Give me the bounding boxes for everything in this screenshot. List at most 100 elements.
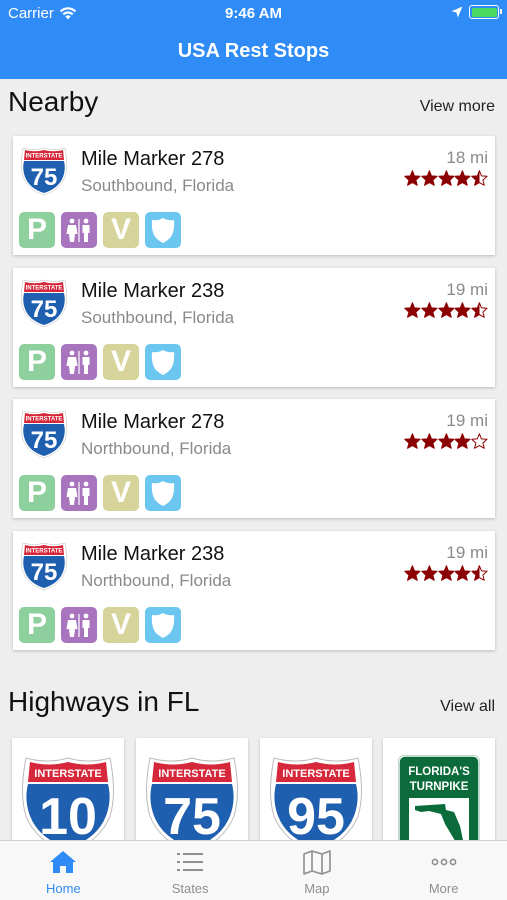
parking-icon: P xyxy=(19,475,55,511)
rest-stop-distance: 18 mi xyxy=(446,148,488,167)
parking-icon: P xyxy=(19,343,55,380)
app-root: Carrier 9:46 AM USA Rest Stops Nearby Vi… xyxy=(0,0,507,900)
star-icon xyxy=(421,170,438,186)
view-all-link[interactable]: View all xyxy=(440,698,495,716)
star-icon xyxy=(421,433,438,449)
tab-bar: Home States Map More xyxy=(0,840,507,900)
interstate-shield-icon: INTERSTATE 75 xyxy=(19,146,69,196)
rating-stars xyxy=(404,170,488,186)
highways-header: Highways in FL View all xyxy=(8,686,495,718)
shield-label: INTERSTATE xyxy=(34,768,101,780)
star-icon xyxy=(404,433,421,449)
parking-label: P xyxy=(26,607,47,641)
battery-icon xyxy=(469,5,502,19)
highways-heading: Highways in FL xyxy=(8,686,200,717)
parking-label: P xyxy=(26,476,47,509)
interstate-shield-icon: INTERSTATE 75 xyxy=(142,752,242,848)
star-icon xyxy=(454,170,471,186)
highway-card[interactable]: FLORIDA'S TURNPIKE xyxy=(383,738,495,848)
star-icon xyxy=(454,564,471,581)
amenities-row: P V xyxy=(19,212,181,248)
rating-stars xyxy=(404,433,488,449)
tab-home[interactable]: Home xyxy=(0,841,127,900)
vending-label: V xyxy=(110,344,131,378)
vending-icon: V xyxy=(103,343,139,380)
rest-stop-subtitle: Northbound, Florida xyxy=(81,439,232,458)
shield-label: INTERSTATE xyxy=(26,285,63,291)
tab-map[interactable]: Map xyxy=(254,841,381,900)
amenities-row: P V xyxy=(19,343,181,380)
tab-label: States xyxy=(171,881,209,896)
rest-stop-card[interactable]: INTERSTATE 75 Mile Marker 238 Southbound… xyxy=(13,267,495,387)
rest-stop-title: Mile Marker 278 xyxy=(81,148,225,170)
view-more-link[interactable]: View more xyxy=(420,98,495,116)
parking-icon: P xyxy=(19,606,55,643)
rest-stop-title: Mile Marker 278 xyxy=(81,411,225,433)
vending-icon: V xyxy=(103,475,139,511)
interstate-shield-icon: INTERSTATE 10 xyxy=(18,752,118,848)
restroom-icon xyxy=(61,606,97,643)
shield-label: INTERSTATE xyxy=(26,417,63,423)
shield-number: 10 xyxy=(39,788,97,846)
turnpike-label-2: TURNPIKE xyxy=(410,781,469,793)
star-icon xyxy=(454,433,471,449)
rating-stars xyxy=(404,564,488,581)
rest-stop-distance: 19 mi xyxy=(446,542,488,562)
interstate-shield-icon: INTERSTATE 75 xyxy=(19,278,69,328)
amenities-row: P V xyxy=(19,606,181,643)
shield-number: 75 xyxy=(31,427,58,454)
rest-stop-card[interactable]: INTERSTATE 75 Mile Marker 238 Northbound… xyxy=(13,530,495,650)
turnpike-sign-icon: FLORIDA'S TURNPIKE xyxy=(396,753,482,848)
amenities-row: P V xyxy=(19,475,181,511)
rest-stop-distance: 19 mi xyxy=(446,279,488,299)
restroom-icon xyxy=(61,475,97,511)
tab-states[interactable]: States xyxy=(127,841,254,900)
tab-label: Home xyxy=(46,881,81,896)
restroom-icon xyxy=(61,212,97,248)
interstate-shield-icon: INTERSTATE 75 xyxy=(19,541,69,591)
list-icon xyxy=(177,853,204,871)
highway-card[interactable]: INTERSTATE 10 xyxy=(12,738,124,848)
shield-number: 75 xyxy=(31,296,58,323)
star-icon xyxy=(437,301,455,318)
vending-label: V xyxy=(110,476,131,509)
shield-number: 75 xyxy=(163,788,221,846)
location-arrow-icon xyxy=(451,6,463,18)
rest-stop-title: Mile Marker 238 xyxy=(81,279,225,302)
tab-label: More xyxy=(428,881,459,896)
nearby-header: Nearby View more xyxy=(8,86,495,118)
rest-stop-distance: 19 mi xyxy=(446,411,488,430)
star-icon xyxy=(421,564,438,581)
star-icon xyxy=(404,170,421,186)
highway-card[interactable]: INTERSTATE 75 xyxy=(136,738,248,848)
star-icon xyxy=(471,301,488,318)
vending-icon: V xyxy=(103,606,139,643)
rest-stop-card[interactable]: INTERSTATE 75 Mile Marker 278 Northbound… xyxy=(13,399,495,518)
interstate-shield-icon: INTERSTATE 75 xyxy=(19,409,69,459)
map-icon xyxy=(303,850,331,875)
vending-label: V xyxy=(110,213,131,246)
rest-stop-card[interactable]: INTERSTATE 75 Mile Marker 278 Southbound… xyxy=(13,136,495,255)
shield-label: INTERSTATE xyxy=(26,154,63,160)
highway-card[interactable]: INTERSTATE 95 xyxy=(260,738,372,848)
shield-label: INTERSTATE xyxy=(26,548,63,554)
rest-stop-subtitle: Southbound, Florida xyxy=(81,176,235,195)
nearby-heading: Nearby xyxy=(8,86,99,117)
shield-label: INTERSTATE xyxy=(158,768,225,780)
status-bar: Carrier 9:46 AM xyxy=(0,0,507,28)
star-icon xyxy=(437,564,455,581)
top-bar: Carrier 9:46 AM USA Rest Stops xyxy=(0,0,507,79)
star-icon xyxy=(471,564,488,581)
tab-more[interactable]: More xyxy=(380,841,507,900)
shield-number: 75 xyxy=(31,164,58,191)
star-icon xyxy=(421,301,438,318)
star-icon xyxy=(404,564,421,581)
shield-number: 95 xyxy=(287,788,345,846)
star-icon xyxy=(404,301,421,318)
security-icon xyxy=(145,343,181,380)
security-icon xyxy=(145,212,181,248)
star-icon xyxy=(454,301,471,318)
tab-label: Map xyxy=(304,881,330,896)
shield-number: 75 xyxy=(31,559,58,586)
nav-title: USA Rest Stops xyxy=(177,40,330,62)
